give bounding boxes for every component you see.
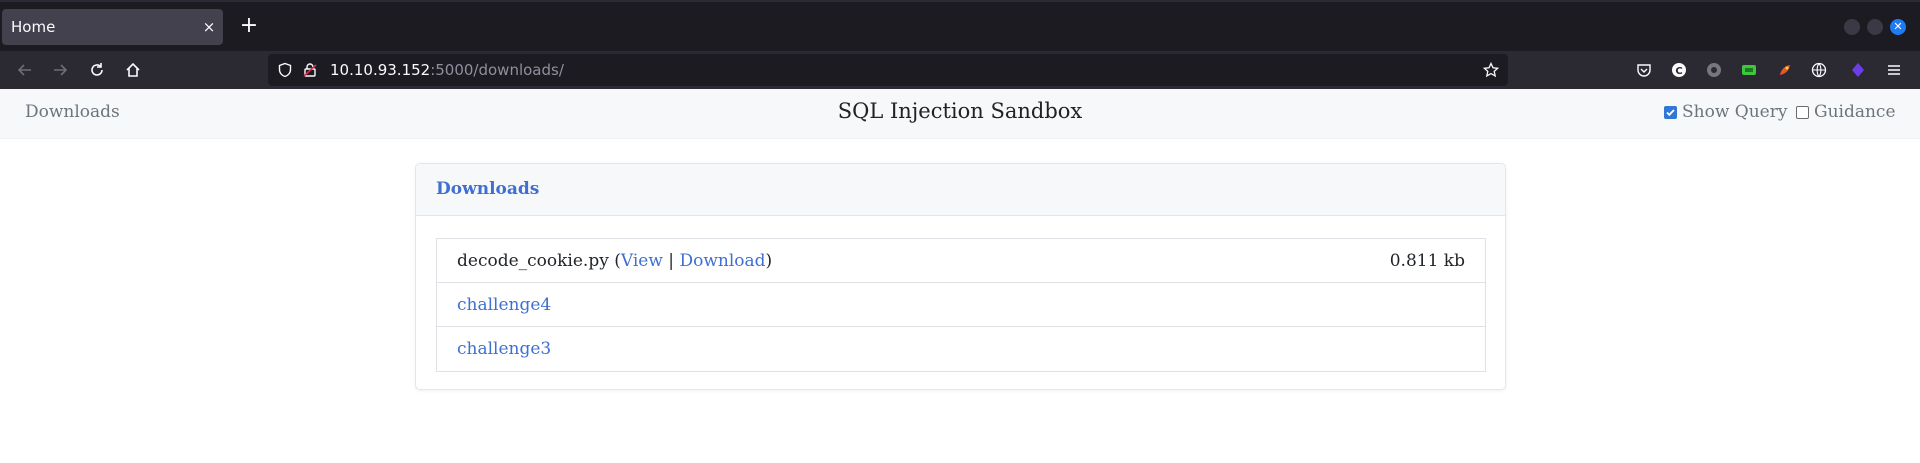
file-size: 0.811 kb: [1389, 250, 1465, 271]
forward-button[interactable]: [47, 57, 73, 83]
foxyproxy-extension-icon[interactable]: [1703, 59, 1725, 81]
reload-button[interactable]: [84, 57, 110, 83]
cookie-editor-extension-icon[interactable]: C: [1668, 59, 1690, 81]
guidance-checkbox[interactable]: Guidance: [1796, 102, 1896, 122]
nav-link-downloads[interactable]: Downloads: [25, 102, 120, 122]
insecure-lock-icon[interactable]: [301, 61, 319, 79]
url-host: 10.10.93.152: [330, 61, 431, 79]
list-item: challenge4: [437, 283, 1485, 327]
pocket-icon[interactable]: [1633, 59, 1655, 81]
arrow-left-icon: [17, 64, 31, 76]
file-link-challenge4[interactable]: challenge4: [457, 295, 551, 315]
window-close-button[interactable]: ✕: [1890, 19, 1906, 35]
list-item: decode_cookie.py (View | Download) 0.811…: [437, 239, 1485, 283]
globe-extension-icon[interactable]: [1808, 59, 1830, 81]
bookmark-star-icon[interactable]: [1482, 61, 1500, 79]
browser-navbar: 10.10.93.152:5000/downloads/ C: [0, 51, 1920, 89]
window-minimize-button[interactable]: [1844, 19, 1860, 35]
page-title: SQL Injection Sandbox: [837, 99, 1083, 123]
new-tab-button[interactable]: +: [236, 14, 262, 40]
shield-icon[interactable]: [276, 61, 294, 79]
url-bar[interactable]: 10.10.93.152:5000/downloads/: [268, 54, 1508, 86]
downloads-card: Downloads decode_cookie.py (View | Downl…: [415, 163, 1506, 390]
downloads-list: decode_cookie.py (View | Download) 0.811…: [436, 238, 1486, 372]
hackbar-extension-icon[interactable]: [1774, 59, 1796, 81]
checkbox-checked-icon: [1664, 105, 1677, 119]
download-link[interactable]: Download: [679, 251, 765, 271]
svg-text:C: C: [1675, 66, 1682, 77]
tab-title: Home: [11, 18, 56, 36]
list-item: challenge3: [437, 327, 1485, 371]
tab-home[interactable]: Home ×: [2, 9, 223, 45]
home-button[interactable]: [120, 57, 146, 83]
view-link[interactable]: View: [621, 251, 663, 271]
guidance-label: Guidance: [1814, 102, 1896, 122]
tab-close-icon[interactable]: ×: [195, 18, 223, 36]
file-link-challenge3[interactable]: challenge3: [457, 339, 551, 359]
checkbox-unchecked-icon: [1796, 105, 1809, 119]
wappalyzer-extension-icon[interactable]: [1738, 59, 1760, 81]
url-path: :5000/downloads/: [430, 61, 564, 79]
window-maximize-button[interactable]: [1867, 19, 1883, 35]
card-title: Downloads: [416, 164, 1505, 216]
arrow-right-icon: [54, 64, 68, 76]
show-query-checkbox[interactable]: Show Query: [1664, 102, 1787, 122]
reload-icon: [91, 63, 103, 76]
show-query-label: Show Query: [1682, 102, 1788, 122]
back-button[interactable]: [12, 57, 38, 83]
home-icon: [126, 62, 140, 77]
purple-extension-icon[interactable]: [1847, 59, 1869, 81]
page-navbar: Downloads SQL Injection Sandbox Show Que…: [0, 89, 1920, 139]
browser-tabbar: Home × + ✕: [0, 0, 1920, 51]
menu-hamburger-icon[interactable]: [1883, 59, 1905, 81]
file-name: decode_cookie.py: [457, 250, 609, 271]
